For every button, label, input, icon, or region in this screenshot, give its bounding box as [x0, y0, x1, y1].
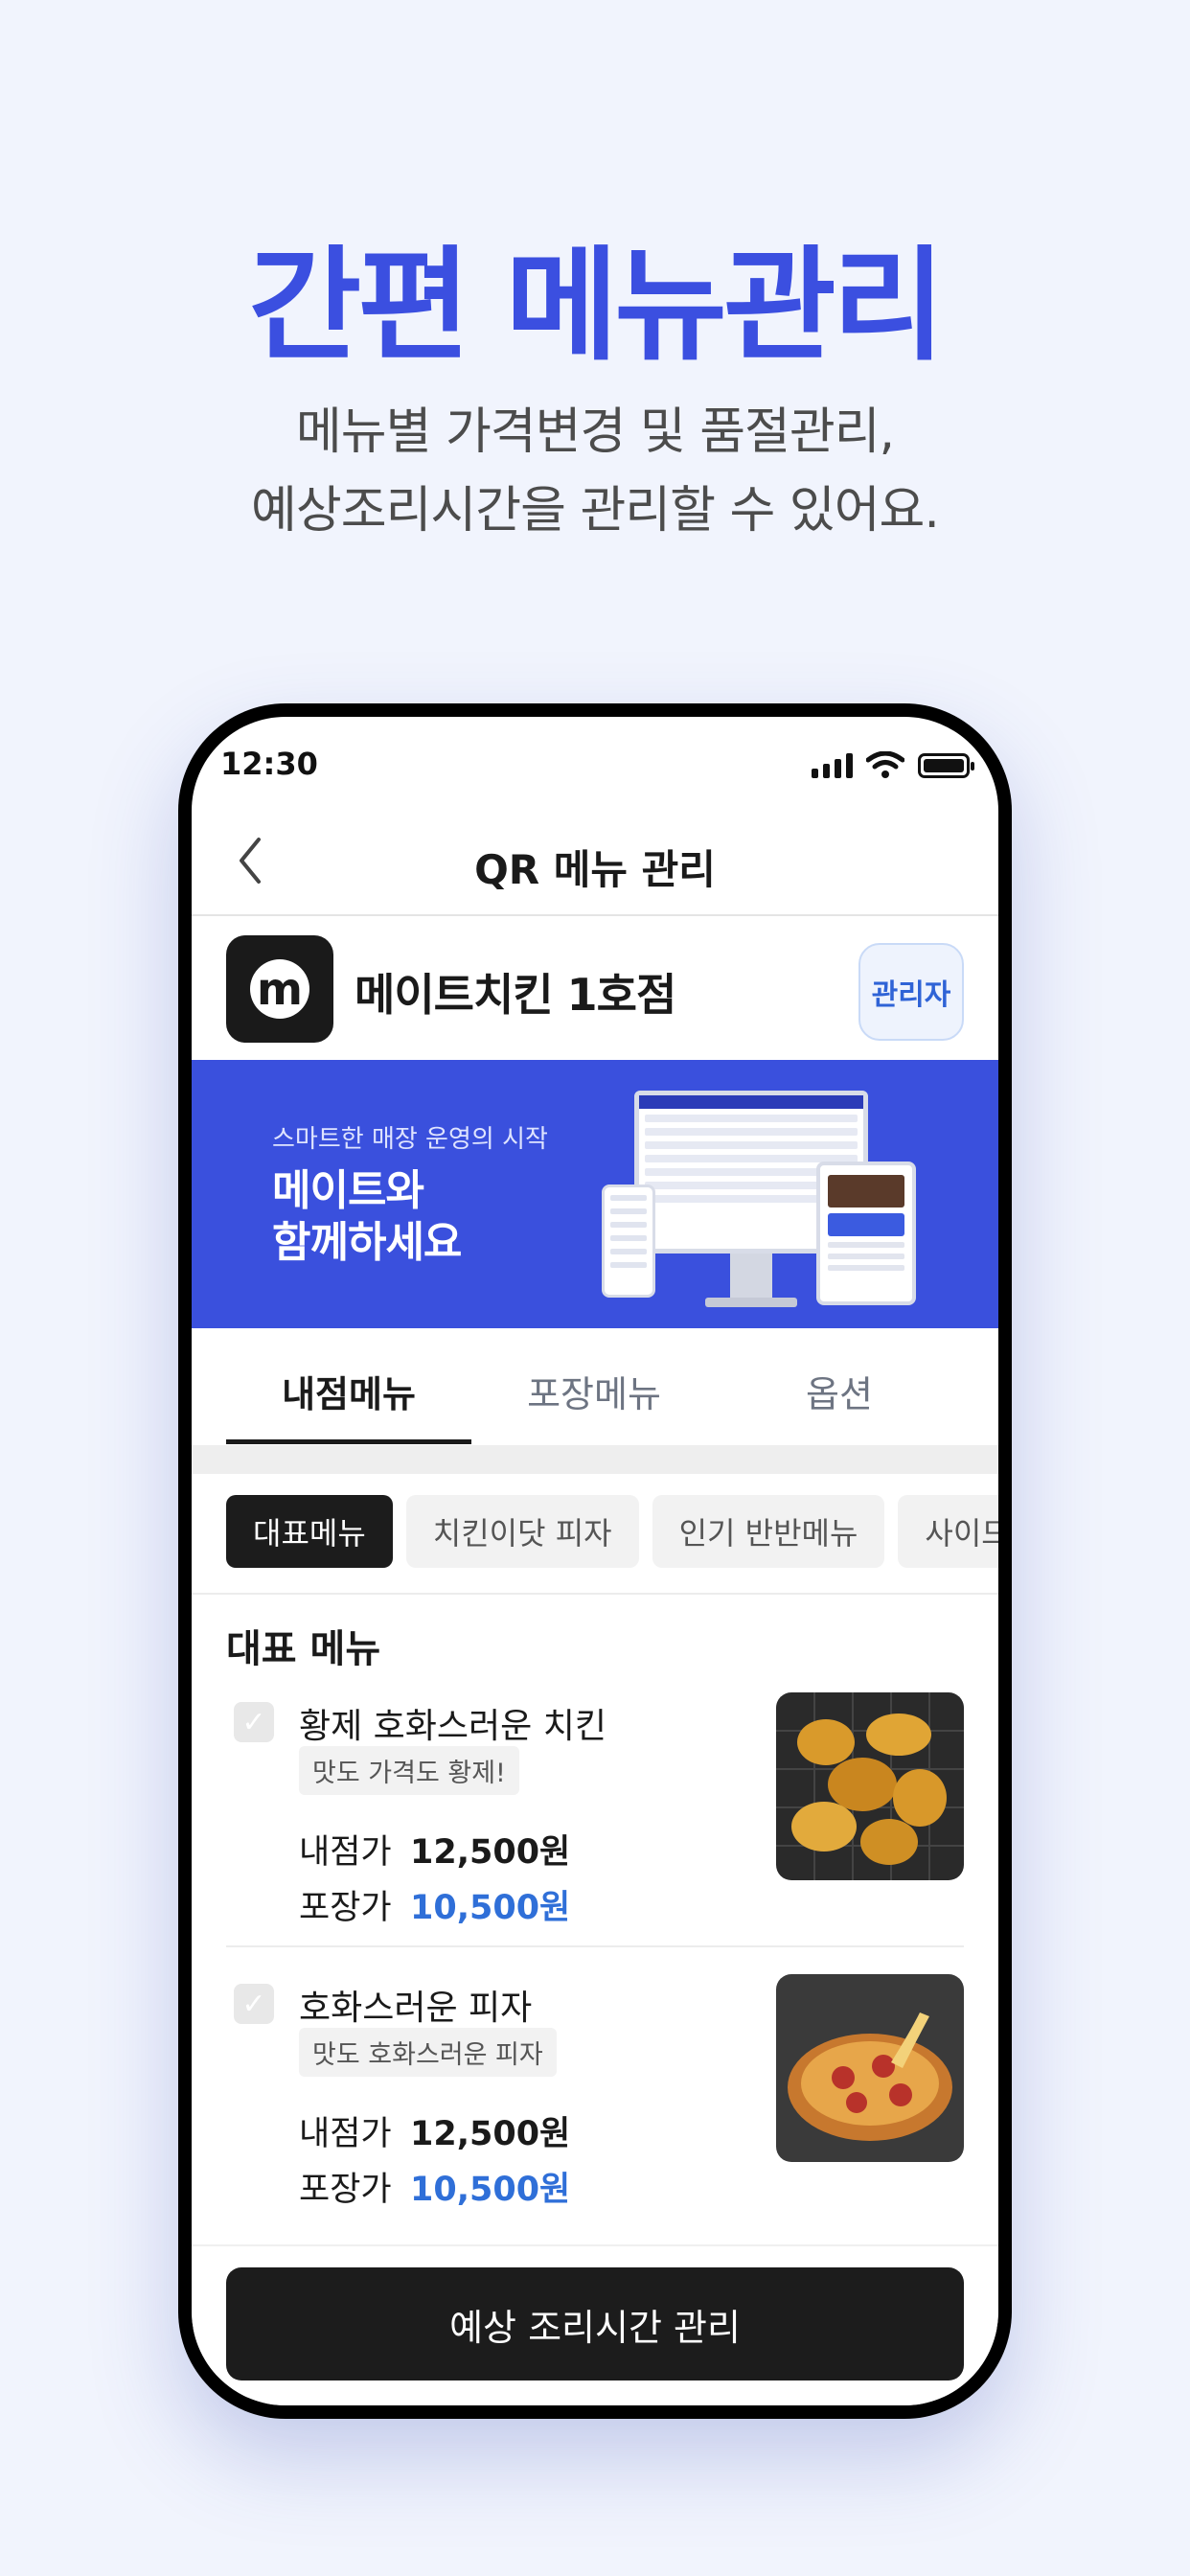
phone-frame: 12:30 QR 메뉴 관리 m 메이트치킨 1호점 관리자 스마트한 매장 운… [178, 703, 1012, 2419]
category-chips: 대표메뉴 치킨이닷 피자 인기 반반메뉴 사이드 [226, 1495, 998, 1568]
dine-in-label: 내점가 [299, 1833, 392, 1872]
takeout-price-row: 포장가 10,500원 [299, 1880, 570, 1929]
item-description: 맛도 가격도 황제! [299, 1746, 519, 1795]
battery-icon [918, 753, 974, 778]
item-name: 호화스러운 피자 [299, 1989, 533, 2028]
takeout-label: 포장가 [299, 2171, 392, 2209]
menu-tabs: 내점메뉴 포장메뉴 옵션 [192, 1330, 998, 1445]
menu-item[interactable]: ✓ 황제 호화스러운 치킨 맛도 가격도 황제! 내점가 12,500원 포장가 1… [192, 1692, 998, 1980]
takeout-price: 10,500원 [410, 1889, 571, 1927]
logo-letter: m [250, 959, 309, 1019]
monitor-base [705, 1298, 797, 1307]
store-header: m 메이트치킨 1호점 관리자 [192, 916, 998, 1060]
item-description: 맛도 호화스러운 피자 [299, 2028, 557, 2077]
banner-title-line-1: 메이트와 [272, 1166, 424, 1215]
item-name: 황제 호화스러운 치킨 [299, 1707, 606, 1746]
store-logo: m [226, 935, 333, 1043]
tablet-illustration [816, 1162, 916, 1305]
tab-options[interactable]: 옵션 [717, 1365, 962, 1417]
checkbox[interactable]: ✓ [234, 1984, 274, 2024]
subline-1: 메뉴별 가격변경 및 품절관리, [295, 403, 895, 461]
dine-in-price-row: 내점가 12,500원 [299, 2106, 570, 2155]
banner-title-line-2: 함께하세요 [272, 1218, 462, 1267]
chip-half-half[interactable]: 인기 반반메뉴 [652, 1495, 885, 1568]
takeout-price: 10,500원 [410, 2171, 571, 2209]
monitor-stand [730, 1254, 772, 1301]
dine-in-price-row: 내점가 12,500원 [299, 1825, 570, 1874]
chip-divider [192, 1593, 998, 1595]
takeout-label: 포장가 [299, 1889, 392, 1927]
menu-item[interactable]: ✓ 호화스러운 피자 맛도 호화스러운 피자 내점가 12,500원 포장가 10,… [192, 1974, 998, 2262]
pizza-photo [776, 1974, 964, 2162]
wifi-icon [866, 751, 904, 778]
chicken-photo [776, 1692, 964, 1880]
takeout-price-row: 포장가 10,500원 [299, 2162, 570, 2211]
subline-2: 예상조리시간을 관리할 수 있어요. [251, 482, 940, 540]
store-name: 메이트치킨 1호점 [355, 969, 676, 1021]
chip-chicken-pizza[interactable]: 치킨이닷 피자 [405, 1495, 639, 1568]
status-time: 12:30 [220, 746, 318, 782]
signal-icon [812, 753, 853, 778]
status-icons [812, 751, 974, 778]
headline: 간편 메뉴관리 [248, 235, 945, 378]
page-title: QR 메뉴 관리 [474, 846, 716, 893]
admin-button[interactable]: 관리자 [858, 943, 964, 1041]
cook-time-button[interactable]: 예상 조리시간 관리 [226, 2267, 964, 2380]
dine-in-label: 내점가 [299, 2115, 392, 2153]
banner-title: 메이트와 함께하세요 [272, 1165, 462, 1269]
nav-bar: QR 메뉴 관리 [192, 809, 998, 916]
dine-in-price: 12,500원 [410, 2115, 571, 2153]
promo-banner[interactable]: 스마트한 매장 운영의 시작 메이트와 함께하세요 [192, 1060, 998, 1328]
active-tab-indicator [226, 1439, 471, 1444]
tab-dine-in[interactable]: 내점메뉴 [226, 1365, 471, 1417]
phone-illustration [602, 1184, 655, 1298]
item-divider [226, 1945, 964, 1947]
chip-signature[interactable]: 대표메뉴 [226, 1495, 393, 1568]
section-title: 대표 메뉴 [226, 1627, 381, 1671]
chip-side[interactable]: 사이드 [898, 1495, 998, 1568]
checkbox[interactable]: ✓ [234, 1702, 274, 1742]
banner-subtitle: 스마트한 매장 운영의 시작 [272, 1125, 548, 1154]
tab-takeout[interactable]: 포장메뉴 [471, 1365, 717, 1417]
phone-screen: 12:30 QR 메뉴 관리 m 메이트치킨 1호점 관리자 스마트한 매장 운… [192, 717, 998, 2405]
section-divider [192, 1445, 998, 1474]
dine-in-price: 12,500원 [410, 1833, 571, 1872]
bottom-bar: 예상 조리시간 관리 [192, 2244, 998, 2405]
